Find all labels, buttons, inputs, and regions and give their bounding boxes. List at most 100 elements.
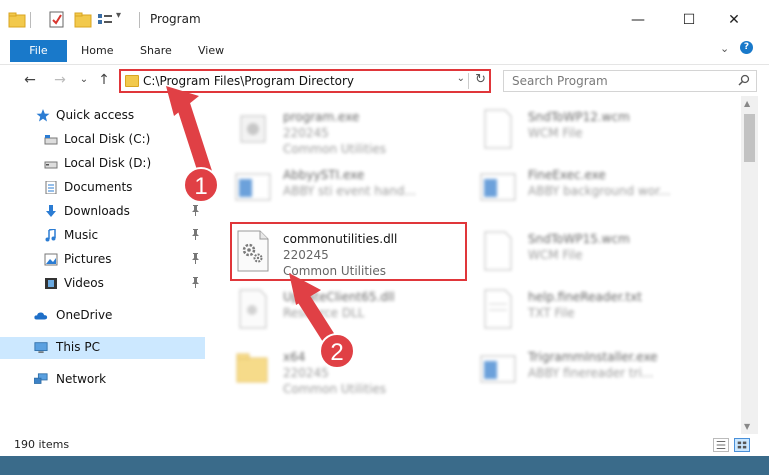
- search-icon[interactable]: [738, 74, 750, 86]
- tab-share[interactable]: Share: [140, 40, 172, 62]
- scroll-thumb[interactable]: [744, 114, 755, 162]
- file-name: program.exe: [283, 110, 360, 124]
- file-description: Common Utilities: [283, 142, 387, 156]
- address-separator: [468, 73, 469, 89]
- sidebar-item-downloads[interactable]: Downloads: [0, 201, 205, 223]
- sidebar-item-label: Videos: [64, 276, 104, 290]
- cloud-icon: [34, 312, 48, 320]
- dll-file-icon: [239, 289, 267, 329]
- documents-icon: [45, 181, 57, 194]
- text-file-icon: [484, 289, 512, 329]
- computer-icon: [34, 342, 48, 353]
- title-separator: [139, 12, 140, 28]
- download-icon: [46, 205, 56, 217]
- sidebar-item-label: Local Disk (C:): [64, 132, 151, 146]
- file-name: SndToWP15.wcm: [528, 232, 630, 246]
- address-dropdown-icon[interactable]: ⌄: [457, 73, 465, 84]
- forward-button[interactable]: →: [50, 70, 70, 90]
- back-button[interactable]: ←: [20, 70, 40, 90]
- sidebar-item-quick-access[interactable]: Quick access: [0, 105, 205, 127]
- search-placeholder[interactable]: Search Program: [512, 74, 608, 88]
- maximize-button[interactable]: ☐: [677, 8, 701, 32]
- highlight-box-file: [230, 222, 467, 281]
- file-name: help.fineReader.txt: [528, 290, 642, 304]
- up-button[interactable]: ↑: [94, 70, 114, 90]
- file-detail: 220245: [283, 366, 329, 380]
- sidebar-item-videos[interactable]: Videos: [0, 273, 205, 295]
- app-window-icon: [235, 173, 271, 201]
- scroll-up-icon[interactable]: ▲: [744, 99, 750, 108]
- file-item[interactable]: SndToWP15.wcm WCM File: [478, 224, 718, 280]
- item-count: 190 items: [14, 438, 70, 451]
- videos-icon: [45, 278, 57, 289]
- minimize-button[interactable]: —: [626, 8, 650, 32]
- sidebar-item-this-pc[interactable]: This PC: [0, 337, 205, 359]
- file-detail: ABBY finereader tri...: [528, 366, 654, 380]
- ribbon-tabs: File Home Share View ⌄: [0, 40, 769, 64]
- title-bar: ▾ Program — ☐ ✕: [0, 0, 769, 40]
- file-detail: TXT File: [528, 306, 575, 320]
- customize-dropdown-icon[interactable]: ▾: [116, 10, 121, 21]
- search-box[interactable]: Search Program: [503, 70, 757, 92]
- tab-home[interactable]: Home: [81, 40, 113, 62]
- file-item[interactable]: SndToWP12.wcm WCM File: [478, 102, 718, 158]
- file-name: x64: [283, 350, 306, 364]
- file-name: AbbyySTI.exe: [283, 168, 365, 182]
- sidebar-item-music[interactable]: Music: [0, 225, 205, 247]
- new-folder-icon[interactable]: [74, 10, 92, 30]
- pin-icon: [191, 133, 200, 147]
- customize-icon[interactable]: [96, 10, 114, 30]
- details-view-icon[interactable]: [713, 438, 729, 452]
- address-row: ← → ⌄ ↑ C:\Program Files\Program Directo…: [0, 64, 769, 96]
- file-item[interactable]: program.exe 220245 Common Utilities: [233, 102, 473, 158]
- tab-view[interactable]: View: [198, 40, 224, 62]
- expand-ribbon-icon[interactable]: ⌄: [720, 42, 729, 55]
- file-name: FineExec.exe: [528, 168, 606, 182]
- sidebar-item-network[interactable]: Network: [0, 369, 205, 391]
- sidebar-item-label: Downloads: [64, 204, 130, 218]
- close-button[interactable]: ✕: [722, 8, 746, 32]
- sidebar-item-label: Documents: [64, 180, 133, 194]
- pin-icon: [191, 205, 200, 219]
- file-detail: WCM File: [528, 248, 583, 262]
- network-icon: [34, 373, 48, 384]
- folder-item-x64[interactable]: x64 220245 Common Utilities: [233, 342, 473, 398]
- file-item[interactable]: UpdateClient65.dll Resource DLL: [233, 282, 473, 338]
- exe-file-icon: [240, 115, 266, 143]
- file-item[interactable]: TrigrammInstaller.exe ABBY finereader tr…: [478, 342, 718, 398]
- properties-icon[interactable]: [48, 10, 66, 30]
- tiles-view-icon[interactable]: [734, 438, 750, 452]
- sidebar-item-label: Network: [56, 372, 107, 386]
- drive-icon: [44, 135, 58, 145]
- navigation-pane: Quick access Local Disk (C:) Local Disk …: [0, 96, 205, 434]
- tab-file[interactable]: File: [10, 40, 67, 62]
- address-bar[interactable]: C:\Program Files\Program Directory ⌄ ↻: [119, 69, 491, 93]
- vertical-scrollbar[interactable]: ▲ ▼: [741, 96, 758, 434]
- music-icon: [45, 229, 56, 242]
- pin-icon: [191, 253, 200, 267]
- refresh-icon[interactable]: ↻: [475, 72, 486, 87]
- file-detail: 220245: [283, 126, 329, 140]
- help-icon[interactable]: ?: [740, 41, 753, 54]
- file-item[interactable]: help.fineReader.txt TXT File: [478, 282, 718, 338]
- file-detail: ABBY background wor...: [528, 184, 671, 198]
- sidebar-item-local-disk-d[interactable]: Local Disk (D:): [0, 153, 205, 175]
- address-path[interactable]: C:\Program Files\Program Directory: [143, 74, 354, 88]
- sidebar-item-local-disk-c[interactable]: Local Disk (C:): [0, 129, 205, 151]
- sidebar-item-documents[interactable]: Documents: [0, 177, 205, 199]
- sidebar-item-pictures[interactable]: Pictures: [0, 249, 205, 271]
- file-item[interactable]: FineExec.exe ABBY background wor...: [478, 160, 718, 216]
- blank-file-icon: [484, 109, 512, 149]
- sidebar-item-label: OneDrive: [56, 308, 113, 322]
- file-detail: WCM File: [528, 126, 583, 140]
- folder-icon: [8, 12, 26, 28]
- sidebar-item-onedrive[interactable]: OneDrive: [0, 305, 205, 327]
- status-bar: 190 items: [0, 434, 769, 456]
- scroll-down-icon[interactable]: ▼: [744, 422, 750, 431]
- sidebar-item-label: This PC: [56, 340, 100, 354]
- file-item[interactable]: AbbyySTI.exe ABBY sti event hand...: [233, 160, 473, 216]
- folder-icon: [236, 353, 268, 383]
- sidebar-item-label: Local Disk (D:): [64, 156, 152, 170]
- recent-locations-button[interactable]: ⌄: [74, 70, 94, 90]
- quick-access-separator: [30, 12, 31, 28]
